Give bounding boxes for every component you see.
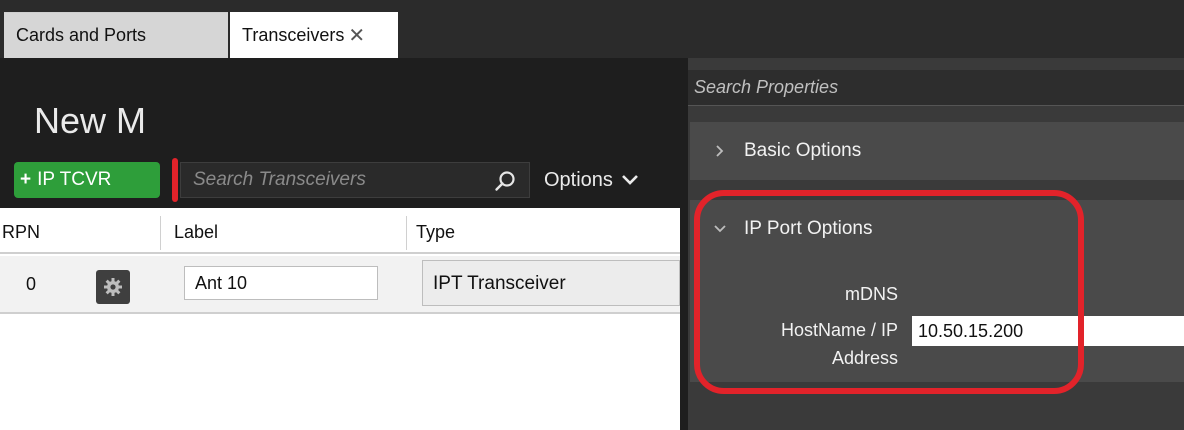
highlight-annotation [694,190,1084,394]
column-separator [406,216,407,250]
section-title: Basic Options [744,140,862,161]
chevron-down-icon [622,175,638,185]
table-row[interactable]: 0 IPT Transceiver [0,256,680,314]
column-header-type[interactable]: Type [416,222,455,243]
search-transceivers-box [180,162,530,198]
search-properties-box [688,70,1184,106]
rpn-value: 0 [26,274,37,294]
options-label: Options [544,168,613,191]
highlight-marker [172,158,178,202]
search-icon[interactable] [493,169,517,193]
section-header[interactable]: Basic Options [712,140,861,162]
tab-label: Transceivers [242,24,345,45]
table-header: RPN Label Type [0,208,680,254]
gear-glyph [104,278,122,296]
close-icon[interactable]: ✕ [348,23,365,48]
column-header-label[interactable]: Label [174,222,218,243]
tab-bar: Cards and Ports Transceivers ✕ [0,0,1184,58]
panel-divider[interactable] [680,58,688,430]
transceivers-panel: New M + IP TCVR Options [0,58,680,208]
gear-icon[interactable] [96,270,130,304]
section-basic-options[interactable]: Basic Options [690,122,1184,180]
add-button-label: IP TCVR [37,169,112,190]
chevron-right-icon [716,145,724,157]
search-transceivers-input[interactable] [193,169,483,191]
add-ip-tcvr-button[interactable]: + IP TCVR [14,162,160,198]
column-separator [160,216,161,250]
page-title: New M [34,100,147,141]
label-input[interactable] [184,266,378,300]
tab-cards-and-ports[interactable]: Cards and Ports [4,12,228,58]
tab-transceivers[interactable]: Transceivers ✕ [230,12,398,58]
search-properties-input[interactable] [694,77,1174,98]
column-header-rpn[interactable]: RPN [2,222,40,243]
plus-icon: + [20,169,32,190]
options-dropdown[interactable]: Options [544,162,639,198]
tab-label: Cards and Ports [16,25,147,45]
type-select[interactable]: IPT Transceiver [422,260,680,306]
